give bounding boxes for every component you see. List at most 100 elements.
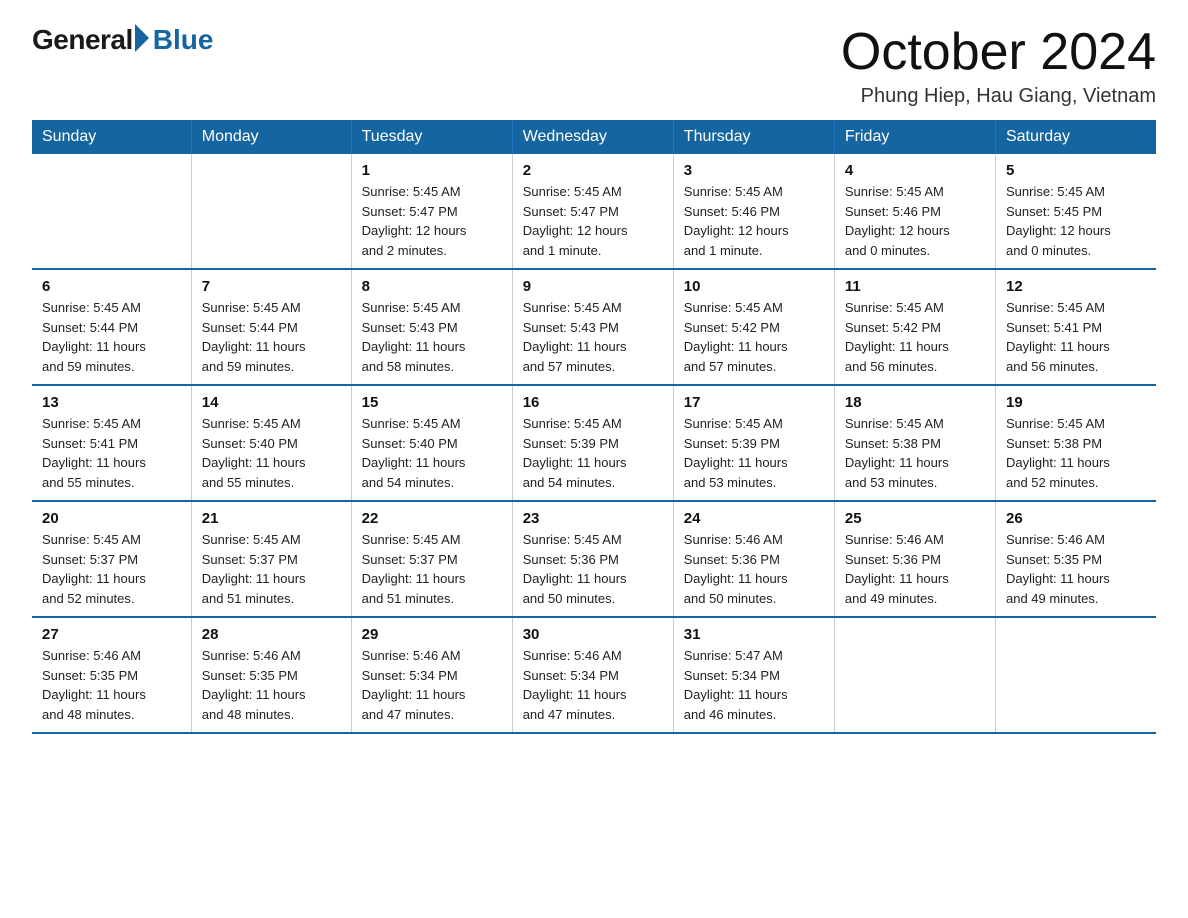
week-row-2: 6 Sunrise: 5:45 AMSunset: 5:44 PMDaylight… bbox=[32, 269, 1156, 385]
day-number: 19 bbox=[1006, 394, 1146, 411]
day-cell: 11 Sunrise: 5:45 AMSunset: 5:42 PMDayligh… bbox=[834, 269, 995, 385]
day-number: 20 bbox=[42, 510, 181, 527]
day-info: Sunrise: 5:45 AMSunset: 5:40 PMDaylight:… bbox=[362, 414, 502, 492]
day-number: 5 bbox=[1006, 162, 1146, 179]
day-cell: 17 Sunrise: 5:45 AMSunset: 5:39 PMDayligh… bbox=[673, 385, 834, 501]
day-cell: 27 Sunrise: 5:46 AMSunset: 5:35 PMDayligh… bbox=[32, 617, 191, 733]
day-info: Sunrise: 5:47 AMSunset: 5:34 PMDaylight:… bbox=[684, 646, 824, 724]
day-number: 7 bbox=[202, 278, 341, 295]
day-cell bbox=[32, 154, 191, 269]
day-number: 13 bbox=[42, 394, 181, 411]
day-number: 8 bbox=[362, 278, 502, 295]
day-info: Sunrise: 5:45 AMSunset: 5:38 PMDaylight:… bbox=[1006, 414, 1146, 492]
week-row-4: 20 Sunrise: 5:45 AMSunset: 5:37 PMDayligh… bbox=[32, 501, 1156, 617]
day-number: 6 bbox=[42, 278, 181, 295]
day-cell: 9 Sunrise: 5:45 AMSunset: 5:43 PMDaylight… bbox=[512, 269, 673, 385]
day-number: 16 bbox=[523, 394, 663, 411]
day-cell: 12 Sunrise: 5:45 AMSunset: 5:41 PMDayligh… bbox=[995, 269, 1156, 385]
day-info: Sunrise: 5:45 AMSunset: 5:37 PMDaylight:… bbox=[42, 530, 181, 608]
day-number: 22 bbox=[362, 510, 502, 527]
header-tuesday: Tuesday bbox=[351, 120, 512, 154]
day-info: Sunrise: 5:45 AMSunset: 5:42 PMDaylight:… bbox=[845, 298, 985, 376]
day-info: Sunrise: 5:45 AMSunset: 5:45 PMDaylight:… bbox=[1006, 182, 1146, 260]
day-cell: 4Sunrise: 5:45 AMSunset: 5:46 PMDaylight… bbox=[834, 154, 995, 269]
day-cell: 3 Sunrise: 5:45 AMSunset: 5:46 PMDaylight… bbox=[673, 154, 834, 269]
page-header: General Blue October 2024 Phung Hiep, Ha… bbox=[32, 24, 1156, 108]
day-cell: 24 Sunrise: 5:46 AMSunset: 5:36 PMDayligh… bbox=[673, 501, 834, 617]
day-cell: 20 Sunrise: 5:45 AMSunset: 5:37 PMDayligh… bbox=[32, 501, 191, 617]
day-info: Sunrise: 5:45 AMSunset: 5:46 PMDaylight:… bbox=[684, 182, 824, 260]
day-cell: 16 Sunrise: 5:45 AMSunset: 5:39 PMDayligh… bbox=[512, 385, 673, 501]
day-cell: 6 Sunrise: 5:45 AMSunset: 5:44 PMDaylight… bbox=[32, 269, 191, 385]
day-info: Sunrise: 5:46 AMSunset: 5:35 PMDaylight:… bbox=[42, 646, 181, 724]
header-monday: Monday bbox=[191, 120, 351, 154]
day-number: 11 bbox=[845, 278, 985, 295]
day-number: 27 bbox=[42, 626, 181, 643]
day-cell: 21Sunrise: 5:45 AMSunset: 5:37 PMDayligh… bbox=[191, 501, 351, 617]
location-text: Phung Hiep, Hau Giang, Vietnam bbox=[841, 85, 1156, 108]
day-number: 1 bbox=[362, 162, 502, 179]
day-cell: 19 Sunrise: 5:45 AMSunset: 5:38 PMDayligh… bbox=[995, 385, 1156, 501]
day-info: Sunrise: 5:45 AMSunset: 5:44 PMDaylight:… bbox=[42, 298, 181, 376]
day-cell: 2Sunrise: 5:45 AMSunset: 5:47 PMDaylight… bbox=[512, 154, 673, 269]
logo-blue-text: Blue bbox=[153, 24, 214, 56]
day-number: 15 bbox=[362, 394, 502, 411]
day-info: Sunrise: 5:45 AMSunset: 5:37 PMDaylight:… bbox=[202, 530, 341, 608]
calendar-header-row: SundayMondayTuesdayWednesdayThursdayFrid… bbox=[32, 120, 1156, 154]
week-row-5: 27 Sunrise: 5:46 AMSunset: 5:35 PMDayligh… bbox=[32, 617, 1156, 733]
day-number: 31 bbox=[684, 626, 824, 643]
day-info: Sunrise: 5:45 AMSunset: 5:41 PMDaylight:… bbox=[1006, 298, 1146, 376]
logo-general-text: General bbox=[32, 24, 133, 56]
day-number: 30 bbox=[523, 626, 663, 643]
day-number: 24 bbox=[684, 510, 824, 527]
day-info: Sunrise: 5:46 AMSunset: 5:34 PMDaylight:… bbox=[523, 646, 663, 724]
day-number: 17 bbox=[684, 394, 824, 411]
calendar-table: SundayMondayTuesdayWednesdayThursdayFrid… bbox=[32, 120, 1156, 734]
day-info: Sunrise: 5:45 AMSunset: 5:47 PMDaylight:… bbox=[523, 182, 663, 260]
day-info: Sunrise: 5:46 AMSunset: 5:34 PMDaylight:… bbox=[362, 646, 502, 724]
day-info: Sunrise: 5:45 AMSunset: 5:39 PMDaylight:… bbox=[523, 414, 663, 492]
day-cell: 29 Sunrise: 5:46 AMSunset: 5:34 PMDayligh… bbox=[351, 617, 512, 733]
day-info: Sunrise: 5:45 AMSunset: 5:39 PMDaylight:… bbox=[684, 414, 824, 492]
day-cell: 30 Sunrise: 5:46 AMSunset: 5:34 PMDayligh… bbox=[512, 617, 673, 733]
day-cell: 26Sunrise: 5:46 AMSunset: 5:35 PMDayligh… bbox=[995, 501, 1156, 617]
day-info: Sunrise: 5:45 AMSunset: 5:47 PMDaylight:… bbox=[362, 182, 502, 260]
day-cell: 8 Sunrise: 5:45 AMSunset: 5:43 PMDaylight… bbox=[351, 269, 512, 385]
day-number: 12 bbox=[1006, 278, 1146, 295]
day-cell bbox=[995, 617, 1156, 733]
title-section: October 2024 Phung Hiep, Hau Giang, Viet… bbox=[841, 24, 1156, 108]
day-number: 25 bbox=[845, 510, 985, 527]
day-info: Sunrise: 5:45 AMSunset: 5:40 PMDaylight:… bbox=[202, 414, 341, 492]
day-number: 14 bbox=[202, 394, 341, 411]
day-cell: 18Sunrise: 5:45 AMSunset: 5:38 PMDayligh… bbox=[834, 385, 995, 501]
day-info: Sunrise: 5:46 AMSunset: 5:35 PMDaylight:… bbox=[202, 646, 341, 724]
week-row-3: 13Sunrise: 5:45 AMSunset: 5:41 PMDayligh… bbox=[32, 385, 1156, 501]
logo-arrow-icon bbox=[135, 24, 149, 52]
header-thursday: Thursday bbox=[673, 120, 834, 154]
day-cell: 25 Sunrise: 5:46 AMSunset: 5:36 PMDayligh… bbox=[834, 501, 995, 617]
day-cell: 22 Sunrise: 5:45 AMSunset: 5:37 PMDayligh… bbox=[351, 501, 512, 617]
day-info: Sunrise: 5:45 AMSunset: 5:43 PMDaylight:… bbox=[362, 298, 502, 376]
day-cell bbox=[834, 617, 995, 733]
day-cell: 14 Sunrise: 5:45 AMSunset: 5:40 PMDayligh… bbox=[191, 385, 351, 501]
day-info: Sunrise: 5:45 AMSunset: 5:37 PMDaylight:… bbox=[362, 530, 502, 608]
header-wednesday: Wednesday bbox=[512, 120, 673, 154]
day-cell: 13Sunrise: 5:45 AMSunset: 5:41 PMDayligh… bbox=[32, 385, 191, 501]
day-cell: 10Sunrise: 5:45 AMSunset: 5:42 PMDayligh… bbox=[673, 269, 834, 385]
day-number: 18 bbox=[845, 394, 985, 411]
header-saturday: Saturday bbox=[995, 120, 1156, 154]
day-number: 23 bbox=[523, 510, 663, 527]
day-cell: 23Sunrise: 5:45 AMSunset: 5:36 PMDayligh… bbox=[512, 501, 673, 617]
day-number: 10 bbox=[684, 278, 824, 295]
day-number: 9 bbox=[523, 278, 663, 295]
day-cell bbox=[191, 154, 351, 269]
header-sunday: Sunday bbox=[32, 120, 191, 154]
day-info: Sunrise: 5:46 AMSunset: 5:36 PMDaylight:… bbox=[684, 530, 824, 608]
day-cell: 31 Sunrise: 5:47 AMSunset: 5:34 PMDayligh… bbox=[673, 617, 834, 733]
day-cell: 15 Sunrise: 5:45 AMSunset: 5:40 PMDayligh… bbox=[351, 385, 512, 501]
day-info: Sunrise: 5:45 AMSunset: 5:43 PMDaylight:… bbox=[523, 298, 663, 376]
day-number: 29 bbox=[362, 626, 502, 643]
month-title: October 2024 bbox=[841, 24, 1156, 81]
day-number: 3 bbox=[684, 162, 824, 179]
day-info: Sunrise: 5:46 AMSunset: 5:36 PMDaylight:… bbox=[845, 530, 985, 608]
